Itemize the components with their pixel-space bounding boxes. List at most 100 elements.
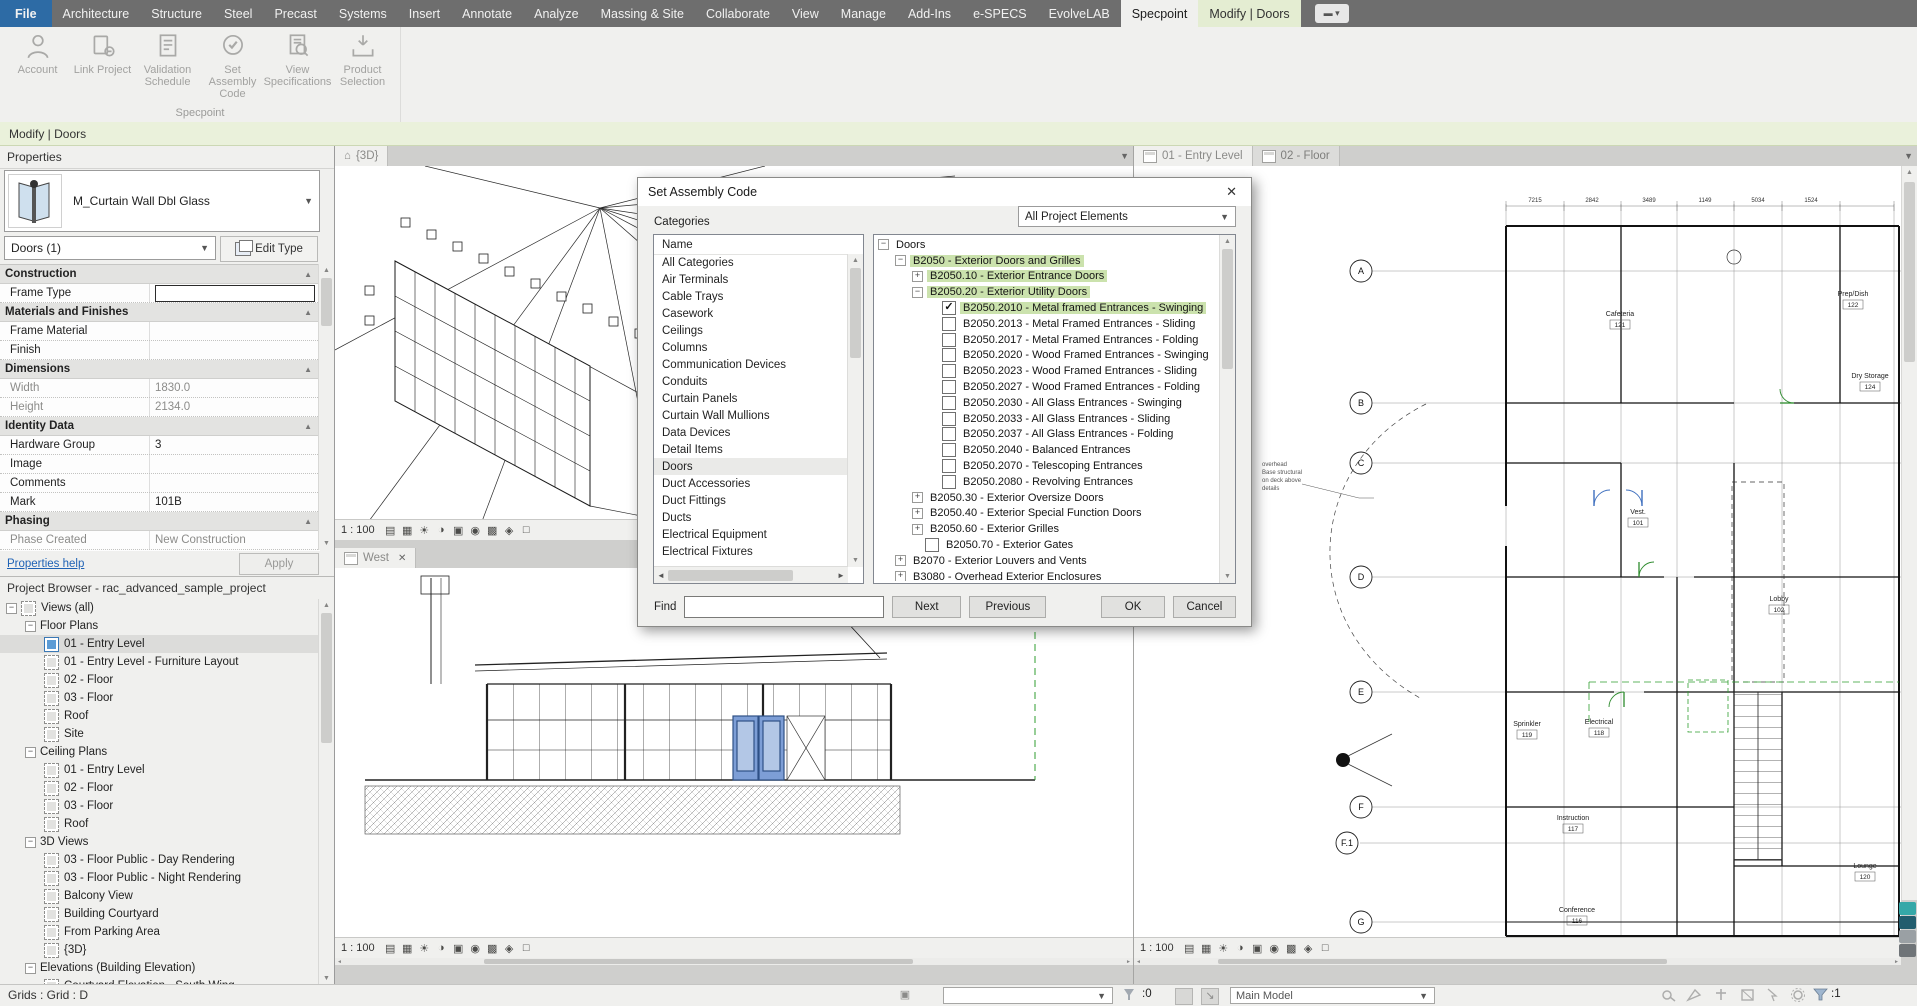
ribbon-tab-structure[interactable]: Structure [140,0,213,27]
category-conduits[interactable]: Conduits [654,373,848,390]
collapse-group-icon[interactable]: ▲ [304,270,312,279]
close-icon[interactable]: ✕ [1222,184,1241,200]
editable-only-filter-icon[interactable] [1122,987,1140,1003]
checkbox-unchecked[interactable] [942,317,956,331]
scroll-up-icon[interactable]: ▲ [319,599,334,612]
scroll-down-icon[interactable]: ▼ [319,537,334,550]
browser-item-balcony-view[interactable]: Balcony View [0,887,319,905]
checkbox-unchecked[interactable] [942,443,956,457]
category-duct-accessories[interactable]: Duct Accessories [654,475,848,492]
ribbon-tab-architecture[interactable]: Architecture [52,0,141,27]
category-duct-fittings[interactable]: Duct Fittings [654,492,848,509]
ribbon-tab-view[interactable]: View [781,0,830,27]
ribbon-tab-modify-doors[interactable]: Modify | Doors [1198,0,1300,27]
category-air-terminals[interactable]: Air Terminals [654,271,848,288]
ribbon-button-account[interactable]: Account [6,31,69,76]
ribbon-tab-massing-site[interactable]: Massing & Site [590,0,695,27]
browser-item-site[interactable]: Site [0,725,319,743]
scroll-up-icon[interactable]: ▲ [319,264,334,277]
detail-level-icon[interactable]: ▤ [383,523,398,538]
category-columns[interactable]: Columns [654,339,848,356]
plan-horizontal-scrollbar[interactable]: ◄ ► [1134,958,1901,965]
selection-filter-dropdown[interactable]: Doors (1) ▼ [4,236,216,260]
visual-style-icon[interactable]: ▦ [400,941,415,956]
tree-expander-icon[interactable]: + [895,571,906,581]
find-input[interactable] [684,596,884,618]
collapse-group-icon[interactable]: ▲ [304,517,312,526]
detail-level-icon[interactable]: ▤ [1182,941,1197,956]
reveal-hidden-icon[interactable]: ◈ [1301,941,1316,956]
ribbon-tab-steel[interactable]: Steel [213,0,264,27]
assembly-node-b2050[interactable]: −B2050 - Exterior Doors and Grilles [876,253,1219,269]
collapse-group-icon[interactable]: ▲ [304,308,312,317]
tree-expander-icon[interactable]: + [912,492,923,503]
scope-dropdown[interactable]: All Project Elements ▼ [1018,206,1236,227]
assembly-node-b2050-2027[interactable]: B2050.2027 - Wood Framed Entrances - Fol… [876,379,1219,395]
gear-icon[interactable] [1789,987,1807,1003]
browser-item-floor-plans[interactable]: −Floor Plans [0,617,319,635]
constraints-icon[interactable]: □ [519,941,534,956]
temporary-hide-icon[interactable]: ▩ [485,523,500,538]
ribbon-tab-add-ins[interactable]: Add-Ins [897,0,962,27]
pin-icon[interactable] [1712,987,1730,1003]
property-group-construction[interactable]: Construction▲ [0,265,320,284]
checkbox-checked[interactable]: ✓ [942,301,956,315]
next-button[interactable]: Next [892,596,961,618]
ribbon-button-view-specifications[interactable]: ViewSpecifications [266,31,329,88]
type-selector[interactable]: M_Curtain Wall Dbl Glass ▼ [4,170,320,232]
ribbon-tab-precast[interactable]: Precast [263,0,327,27]
reveal-hidden-icon[interactable]: ◈ [502,523,517,538]
tab-list-chevron-icon[interactable]: ▼ [1120,146,1133,166]
temporary-hide-icon[interactable]: ▩ [485,941,500,956]
property-group-materials-and-finishes[interactable]: Materials and Finishes▲ [0,303,320,322]
plan-vertical-scrollbar[interactable]: ▲ [1901,166,1917,900]
tree-expander-icon[interactable]: − [25,747,36,758]
previous-button[interactable]: Previous [969,596,1046,618]
browser-item-3d-views[interactable]: −3D Views [0,833,319,851]
active-option-icon[interactable]: ↘ [1201,988,1219,1005]
property-group-phasing[interactable]: Phasing▲ [0,512,320,531]
constraints-icon[interactable]: □ [1318,941,1333,956]
checkbox-unchecked[interactable] [942,412,956,426]
browser-item-3d[interactable]: {3D} [0,941,319,959]
assembly-node-b2050-2040[interactable]: B2050.2040 - Balanced Entrances [876,442,1219,458]
browser-item-02-floor[interactable]: 02 - Floor [0,779,319,797]
crop-view-icon[interactable]: ▣ [1250,941,1265,956]
category-all-categories[interactable]: All Categories [654,254,848,271]
property-value[interactable] [150,284,320,302]
design-options-dropdown[interactable]: Main Model ▼ [1230,987,1435,1004]
browser-item-03-floor[interactable]: 03 - Floor [0,689,319,707]
browser-item-from-parking-area[interactable]: From Parking Area [0,923,319,941]
checkbox-unchecked[interactable] [942,475,956,489]
crop-region-icon[interactable]: ◉ [1267,941,1282,956]
assembly-node-b3080[interactable]: +B3080 - Overhead Exterior Enclosures [876,569,1219,581]
ok-button[interactable]: OK [1101,596,1164,618]
exclude-options-icon[interactable] [1660,987,1678,1003]
checkbox-unchecked[interactable] [942,364,956,378]
assembly-node-b2050-70[interactable]: B2050.70 - Exterior Gates [876,537,1219,553]
browser-item-ceiling-plans[interactable]: −Ceiling Plans [0,743,319,761]
dock-icon-gray[interactable] [1899,930,1916,943]
constraints-icon[interactable]: □ [519,523,534,538]
checkbox-unchecked[interactable] [942,348,956,362]
ribbon-tab-annotate[interactable]: Annotate [451,0,523,27]
property-value[interactable]: 3 [150,436,320,454]
cancel-button[interactable]: Cancel [1173,596,1236,618]
ribbon-tab-e-specs[interactable]: e-SPECS [962,0,1038,27]
checkbox-unchecked[interactable] [942,396,956,410]
assembly-node-b2050-60[interactable]: +B2050.60 - Exterior Grilles [876,521,1219,537]
background-processes-icon[interactable] [1739,987,1757,1003]
ribbon-button-validation-schedule[interactable]: ValidationSchedule [136,31,199,88]
browser-item-01-entry-level-furniture-layout[interactable]: 01 - Entry Level - Furniture Layout [0,653,319,671]
crop-region-icon[interactable]: ◉ [468,941,483,956]
tree-expander-icon[interactable]: + [895,555,906,566]
dialog-titlebar[interactable]: Set Assembly Code ✕ [638,178,1251,206]
worksharing-icon[interactable]: ▣ [897,988,913,1003]
crop-view-icon[interactable]: ▣ [451,523,466,538]
view-tab-3d[interactable]: ⌂ {3D} [335,146,388,166]
browser-item-03-floor[interactable]: 03 - Floor [0,797,319,815]
view-tab-west[interactable]: West ✕ [335,548,416,568]
category-ceilings[interactable]: Ceilings [654,322,848,339]
property-value[interactable] [150,341,320,359]
detail-level-icon[interactable]: ▤ [383,941,398,956]
